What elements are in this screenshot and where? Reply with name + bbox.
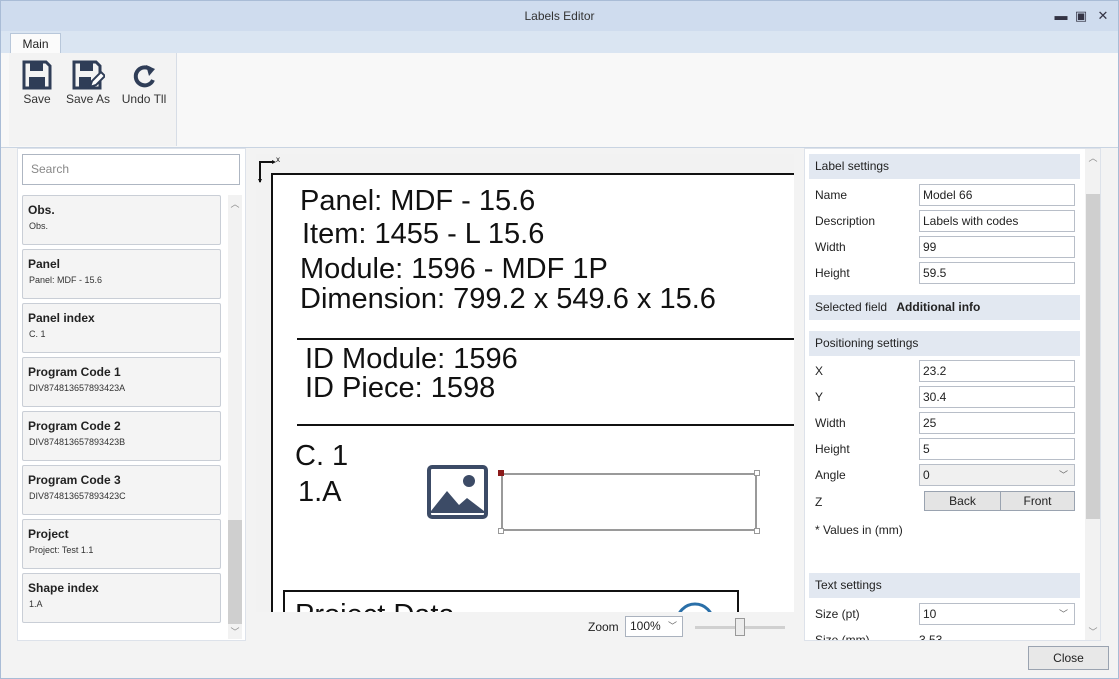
field-width-input[interactable]: 25 [919, 412, 1075, 434]
selected-field-box[interactable] [501, 473, 757, 531]
list-item[interactable]: Project Project: Test 1.1 [22, 519, 221, 569]
x-row: X 23.2 [815, 360, 1075, 384]
search-input[interactable]: Search [22, 154, 240, 185]
label-width-row: Width 99 [815, 236, 1075, 260]
list-item[interactable]: Program Code 3 DIV874813657893423C [22, 465, 221, 515]
name-input[interactable]: Model 66 [919, 184, 1075, 206]
label-text-item[interactable]: Item: 1455 - L 15.6 [302, 218, 544, 251]
chevron-down-icon: ﹀ [1058, 470, 1068, 480]
description-row: Description Labels with codes [815, 210, 1075, 234]
origin-axis-label: x [276, 155, 280, 164]
save-as-icon [72, 60, 105, 90]
angle-select[interactable]: 0 ﹀ [919, 464, 1075, 486]
field-height-row: Height 5 [815, 438, 1075, 462]
divider [297, 424, 794, 426]
settings-panel: Label settings Name Model 66 Description… [804, 148, 1101, 641]
list-item[interactable]: Panel index C. 1 [22, 303, 221, 353]
list-item[interactable]: Program Code 2 DIV874813657893423B [22, 411, 221, 461]
label-height-input[interactable]: 59.5 [919, 262, 1075, 284]
zoom-select[interactable]: 100% ﹀ [625, 616, 683, 637]
resize-handle[interactable] [754, 528, 760, 534]
resize-handle[interactable] [754, 470, 760, 476]
scroll-down-icon[interactable]: ﹀ [228, 625, 242, 638]
undo-button[interactable]: Undo Tll [119, 59, 169, 106]
labels-editor-window: Labels Editor ▬ ▣ ✕ Main Save Save As Un… [0, 0, 1119, 679]
project-data-box[interactable]: Project Data [283, 590, 739, 612]
ribbon: Save Save As Undo Tll [1, 53, 1118, 148]
chevron-down-icon: ﹀ [667, 621, 677, 631]
tab-main[interactable]: Main [10, 33, 61, 54]
list-item[interactable]: Program Code 1 DIV874813657893423A [22, 357, 221, 407]
fields-list: Obs. Obs. Panel Panel: MDF - 15.6 Panel in… [22, 195, 222, 625]
selected-field-header: Selected field Additional info [809, 295, 1080, 320]
logo-icon [678, 602, 712, 612]
label-text-dimension[interactable]: Dimension: 799.2 x 549.6 x 15.6 [300, 283, 716, 316]
label-text-project-data: Project Data [295, 599, 455, 612]
close-button[interactable]: Close [1028, 646, 1109, 670]
list-item[interactable]: Panel Panel: MDF - 15.6 [22, 249, 221, 299]
save-button[interactable]: Save [15, 59, 59, 106]
minimize-icon[interactable]: ▬ [1050, 1, 1072, 31]
label-preview: Panel: MDF - 15.6 Item: 1455 - L 15.6 Mo… [271, 173, 794, 612]
front-button[interactable]: Front [1000, 491, 1075, 511]
scroll-down-icon[interactable]: ﹀ [1086, 625, 1100, 638]
label-canvas[interactable]: x Panel: MDF - 15.6 Item: 1455 - L 15.6 … [256, 154, 794, 612]
label-text-id-piece[interactable]: ID Piece: 1598 [305, 372, 495, 405]
scroll-up-icon[interactable]: ︿ [228, 197, 242, 210]
positioning-header: Positioning settings [809, 331, 1080, 356]
list-item[interactable]: Shape index 1.A [22, 573, 221, 623]
list-item[interactable]: Obs. Obs. [22, 195, 221, 245]
description-input[interactable]: Labels with codes [919, 210, 1075, 232]
label-text-shape-index[interactable]: 1.A [298, 476, 342, 509]
undo-icon [133, 65, 155, 88]
text-settings-header: Text settings [809, 573, 1080, 598]
ribbon-group-file: Save Save As Undo Tll [9, 53, 177, 146]
label-text-module[interactable]: Module: 1596 - MDF 1P [300, 253, 608, 286]
settings-scrollbar[interactable]: ︿ ﹀ [1085, 149, 1100, 640]
image-placeholder-icon[interactable] [427, 465, 488, 519]
label-width-input[interactable]: 99 [919, 236, 1075, 258]
scroll-thumb[interactable] [1086, 194, 1100, 519]
ribbon-tabs: Main [1, 31, 1118, 54]
scroll-up-icon[interactable]: ︿ [1086, 151, 1100, 164]
title-bar: Labels Editor [1, 1, 1118, 31]
units-note: * Values in (mm) [815, 523, 903, 537]
y-row: Y 30.4 [815, 386, 1075, 410]
scroll-thumb[interactable] [228, 520, 242, 624]
zoom-slider-thumb[interactable] [735, 618, 745, 636]
size-mm-row: Size (mm) 3.53 [815, 629, 1075, 641]
z-row: Z Back Front [815, 491, 1075, 515]
divider [297, 338, 794, 340]
label-text-panel[interactable]: Panel: MDF - 15.6 [300, 185, 535, 218]
save-as-button[interactable]: Save As [65, 59, 111, 106]
size-mm-value: 3.53 [919, 633, 943, 641]
selected-field-value: Additional info [896, 300, 981, 314]
y-input[interactable]: 30.4 [919, 386, 1075, 408]
back-button[interactable]: Back [924, 491, 1001, 511]
window-title: Labels Editor [524, 9, 595, 23]
resize-handle[interactable] [498, 470, 504, 476]
maximize-icon[interactable]: ▣ [1070, 1, 1092, 31]
size-pt-row: Size (pt) 10 ﹀ [815, 603, 1075, 627]
resize-handle[interactable] [498, 528, 504, 534]
label-settings-header: Label settings [809, 154, 1080, 179]
field-height-input[interactable]: 5 [919, 438, 1075, 460]
save-icon [22, 60, 52, 90]
size-pt-select[interactable]: 10 ﹀ [919, 603, 1075, 625]
fields-scrollbar[interactable]: ︿ ﹀ [228, 195, 242, 639]
label-height-row: Height 59.5 [815, 262, 1075, 286]
zoom-bar: Zoom 100% ﹀ [588, 616, 788, 638]
label-name-row: Name Model 66 [815, 184, 1075, 208]
angle-row: Angle 0 ﹀ [815, 464, 1075, 488]
x-input[interactable]: 23.2 [919, 360, 1075, 382]
label-text-panel-index[interactable]: C. 1 [295, 440, 348, 473]
zoom-label: Zoom [588, 620, 619, 634]
close-window-icon[interactable]: ✕ [1092, 1, 1114, 31]
field-width-row: Width 25 [815, 412, 1075, 436]
fields-panel: Search Obs. Obs. Panel Panel: MDF - 15.6 P… [17, 148, 246, 641]
chevron-down-icon: ﹀ [1058, 609, 1068, 619]
